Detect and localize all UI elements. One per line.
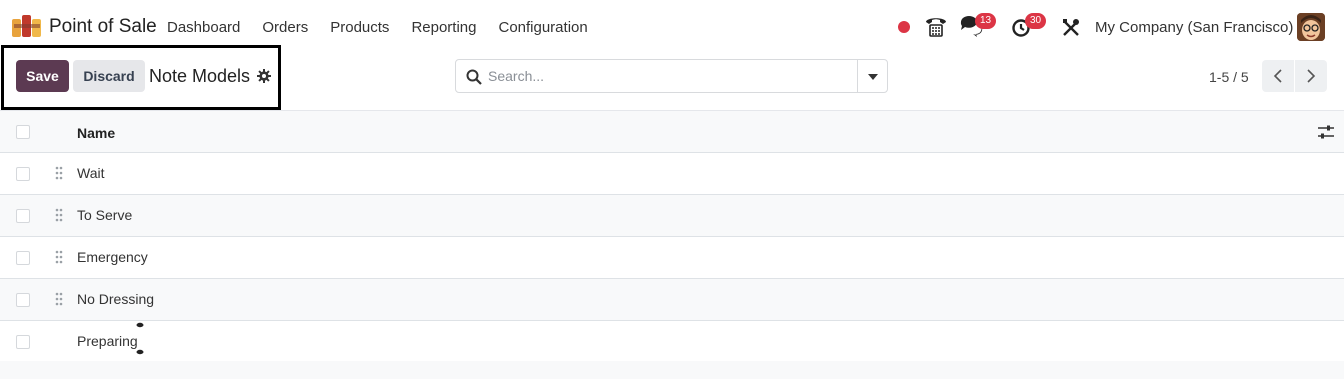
column-settings-icon[interactable] — [1317, 124, 1335, 140]
table-row[interactable]: No Dressing — [0, 279, 1344, 321]
row-checkbox[interactable] — [16, 251, 30, 265]
column-header-name[interactable]: Name — [77, 125, 115, 141]
menu-configuration[interactable]: Configuration — [498, 19, 587, 36]
menu-reporting[interactable]: Reporting — [411, 19, 476, 36]
table-row[interactable]: To Serve — [0, 195, 1344, 237]
table-row[interactable]: Emergency — [0, 237, 1344, 279]
phone-icon[interactable] — [924, 14, 948, 40]
avatar[interactable] — [1297, 13, 1325, 41]
list-header: Name — [0, 110, 1344, 153]
select-all-checkbox[interactable] — [16, 125, 30, 139]
drag-handle-icon[interactable] — [55, 250, 63, 264]
drag-handle-icon[interactable] — [55, 208, 63, 222]
list-footer — [0, 361, 1344, 379]
menu-orders[interactable]: Orders — [262, 19, 308, 36]
pager-next-button[interactable] — [1295, 60, 1327, 92]
tools-icon[interactable] — [1061, 14, 1081, 40]
row-name[interactable]: Emergency — [77, 249, 148, 265]
row-checkbox[interactable] — [16, 293, 30, 307]
discard-button[interactable]: Discard — [73, 60, 145, 92]
text-cursor-bottom-icon — [136, 349, 144, 355]
search-bar — [455, 59, 888, 93]
app-logo-icon[interactable] — [12, 15, 42, 37]
drag-handle-icon[interactable] — [55, 292, 63, 306]
table-row-editing[interactable]: Preparing — [0, 321, 1344, 363]
row-name[interactable]: No Dressing — [77, 291, 154, 307]
search-options-toggle[interactable] — [857, 60, 887, 92]
caret-down-icon — [868, 74, 878, 80]
row-name[interactable]: Wait — [77, 165, 104, 181]
search-icon — [466, 69, 482, 85]
search-input[interactable] — [488, 64, 848, 88]
chevron-left-icon — [1273, 69, 1282, 83]
row-checkbox[interactable] — [16, 209, 30, 223]
activities-count-badge: 30 — [1025, 13, 1047, 29]
text-cursor-top-icon — [136, 322, 144, 328]
red-status-dot-icon[interactable] — [898, 21, 910, 33]
row-checkbox[interactable] — [16, 335, 30, 349]
messages-count-badge: 13 — [975, 13, 997, 29]
company-switcher[interactable]: My Company (San Francisco) — [1095, 19, 1293, 36]
note-models-list: Name Wait To Serve Emergency No Dressing… — [0, 110, 1344, 363]
row-name-input[interactable]: Preparing — [77, 333, 138, 349]
pager-value[interactable]: 1-5 / 5 — [1209, 69, 1249, 85]
gear-icon[interactable] — [257, 69, 271, 83]
row-name[interactable]: To Serve — [77, 207, 132, 223]
app-name[interactable]: Point of Sale — [49, 16, 157, 38]
save-button[interactable]: Save — [16, 60, 69, 92]
row-checkbox[interactable] — [16, 167, 30, 181]
pager-previous-button[interactable] — [1262, 60, 1294, 92]
chevron-right-icon — [1307, 69, 1316, 83]
page-title: Note Models — [149, 66, 251, 86]
menu-products[interactable]: Products — [330, 19, 389, 36]
menu-dashboard[interactable]: Dashboard — [167, 19, 240, 36]
main-menu: Dashboard Orders Products Reporting Conf… — [167, 19, 610, 36]
drag-handle-icon[interactable] — [55, 166, 63, 180]
table-row[interactable]: Wait — [0, 153, 1344, 195]
